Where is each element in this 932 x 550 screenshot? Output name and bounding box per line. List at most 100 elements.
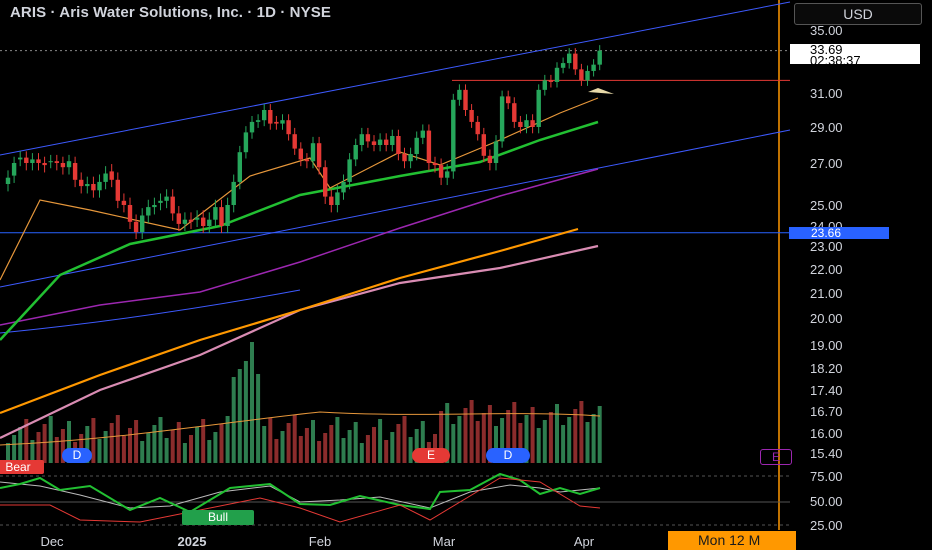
candle-body	[268, 110, 273, 124]
candle-body	[567, 53, 572, 64]
y-tick-label: 20.00	[810, 311, 843, 326]
candle-body	[231, 181, 236, 205]
currency-selector[interactable]: USD	[794, 3, 922, 25]
volume-bar	[268, 418, 273, 463]
y-tick-label: 17.40	[810, 383, 843, 398]
candle-body	[365, 134, 371, 142]
candle-body	[30, 159, 35, 163]
candle-body	[536, 89, 541, 127]
candle-body	[597, 50, 602, 65]
volume-bar	[530, 407, 535, 463]
x-tick-label: Apr	[574, 534, 595, 549]
earnings-marker[interactable]: E	[412, 448, 450, 463]
candle-body	[188, 219, 194, 222]
candle-body	[371, 141, 377, 145]
volume-bar	[189, 435, 193, 463]
candle-body	[133, 221, 139, 232]
candle-body	[146, 207, 151, 216]
candle-body	[530, 120, 535, 127]
volume-bar	[311, 420, 315, 463]
volume-bar	[341, 438, 346, 463]
candle-body	[48, 161, 53, 163]
x-tick-label: Mar	[433, 534, 456, 549]
bar-countdown-label: 02:38:37	[810, 53, 861, 68]
candle-body	[66, 161, 72, 168]
candle-body	[438, 165, 444, 178]
volume-bar	[542, 420, 547, 463]
candle-body	[164, 196, 169, 201]
volume-bar	[128, 428, 132, 463]
volume-bar	[548, 412, 553, 463]
volume-bar	[48, 416, 53, 463]
candle-body	[262, 110, 267, 121]
candle-body	[286, 120, 291, 135]
volume-bar	[402, 416, 407, 463]
candle-body	[115, 179, 120, 201]
rsi-tick-label: 75.00	[810, 469, 843, 484]
volume-bar	[140, 441, 145, 463]
volume-bar	[353, 422, 358, 463]
candle-body	[481, 134, 486, 156]
volume-bar	[207, 440, 212, 463]
candle-body	[121, 200, 127, 205]
y-tick-label: 15.40	[810, 446, 843, 461]
bear-badge: Bear	[0, 460, 44, 474]
volume-bar	[475, 421, 480, 463]
candle-body	[176, 213, 181, 224]
candle-body	[42, 163, 47, 166]
candle-body	[469, 110, 474, 122]
volume-bar	[237, 369, 242, 463]
y-tick-label: 23.00	[810, 239, 843, 254]
volume-bar	[158, 417, 163, 463]
volume-bar	[121, 436, 126, 463]
volume-bar	[91, 418, 96, 463]
candle-body	[426, 130, 432, 163]
earnings-marker[interactable]: E	[760, 449, 792, 465]
candle-body	[213, 207, 218, 220]
candle-body	[158, 200, 163, 203]
candle-body	[54, 161, 59, 163]
volume-bar	[219, 424, 224, 463]
candle-body	[390, 136, 395, 145]
candle-body	[274, 121, 279, 124]
volume-bar	[152, 425, 157, 463]
candle-body	[219, 207, 224, 226]
candle-body	[79, 179, 84, 187]
candle-body	[323, 167, 328, 197]
volume-bar	[378, 419, 383, 463]
volume-bar	[18, 427, 23, 463]
candle-body	[506, 96, 511, 104]
candle-body	[445, 171, 450, 178]
candle-body	[518, 121, 523, 127]
dividend-marker[interactable]: D	[486, 448, 530, 463]
price-chart[interactable]: 35.0031.0029.0027.0025.0024.0023.0022.00…	[0, 0, 932, 550]
channel-arc-line	[0, 289, 301, 334]
volume-bar	[274, 439, 279, 463]
candle-body	[18, 157, 23, 160]
volume-bar	[561, 425, 566, 463]
x-tick-label: Dec	[40, 534, 64, 549]
candle-body	[475, 121, 480, 135]
volume-bar	[292, 415, 297, 463]
candle-body	[432, 163, 438, 166]
candle-body	[127, 205, 133, 222]
dividend-marker[interactable]: D	[62, 448, 92, 463]
candle-body	[560, 63, 566, 68]
volume-bar	[567, 417, 572, 463]
y-tick-label: 16.00	[810, 426, 843, 441]
candle-body	[408, 154, 413, 162]
volume-bar	[359, 443, 364, 463]
rsi-tick-label: 25.00	[810, 518, 843, 533]
volume-bar	[12, 435, 17, 463]
volume-bar	[115, 415, 120, 463]
candle-body	[499, 96, 505, 142]
volume-bar	[54, 437, 59, 463]
candle-body	[512, 103, 517, 122]
y-tick-label: 21.00	[810, 286, 843, 301]
candle-body	[420, 130, 425, 138]
candle-body	[182, 219, 188, 224]
candle-body	[457, 89, 462, 100]
volume-bar	[182, 443, 187, 463]
volume-bar	[256, 374, 261, 463]
volume-bar	[262, 426, 267, 463]
